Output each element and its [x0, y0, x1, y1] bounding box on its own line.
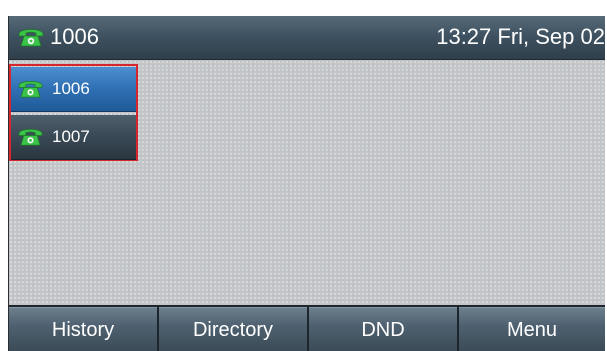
softkey-bar: History Directory DND Menu — [9, 305, 605, 351]
directory-softkey[interactable]: Directory — [159, 307, 307, 351]
line-key-1007[interactable]: 1007 — [11, 115, 136, 160]
date-time: 13:27 Fri, Sep 02 — [436, 24, 605, 49]
line-key-label: 1006 — [52, 79, 90, 98]
line-key-label: 1007 — [52, 127, 90, 146]
phone-icon — [18, 128, 43, 146]
line-keys-group: 1006 1007 — [9, 64, 138, 161]
account-label: 1006 — [50, 24, 99, 49]
phone-screen: 1006 13:27 Fri, Sep 02 1006 1007 History… — [8, 16, 605, 351]
status-bar: 1006 13:27 Fri, Sep 02 — [9, 16, 605, 60]
line-key-1006[interactable]: 1006 — [11, 67, 136, 112]
phone-icon — [18, 80, 43, 98]
history-softkey[interactable]: History — [9, 307, 157, 351]
menu-softkey[interactable]: Menu — [459, 307, 605, 351]
dnd-softkey[interactable]: DND — [309, 307, 457, 351]
phone-icon — [18, 29, 44, 47]
